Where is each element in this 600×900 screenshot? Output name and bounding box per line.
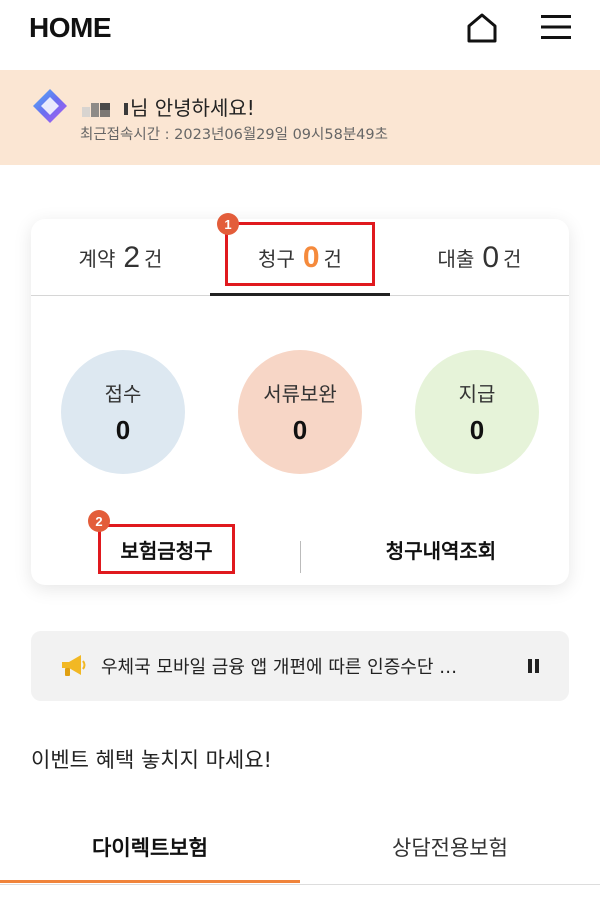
tab-contract[interactable]: 계약 2 건 <box>31 219 210 296</box>
tab-contract-unit: 건 <box>144 247 163 271</box>
events-title: 이벤트 혜택 놓치지 마세요! <box>31 748 272 772</box>
menu-icon[interactable] <box>540 14 572 40</box>
avatar-icon <box>33 89 67 123</box>
tab-contract-count: 2 <box>123 240 141 274</box>
claim-insurance-button[interactable]: 보험금청구 <box>98 524 235 574</box>
stat-supplement-label: 서류보완 <box>263 382 337 406</box>
notice-bar[interactable]: 우체국 모바일 금융 앱 개편에 따른 인증수단 … <box>31 631 569 701</box>
stat-received-value: 0 <box>115 415 131 445</box>
tab-consult-insurance[interactable]: 상담전용보험 <box>300 810 600 883</box>
home-icon[interactable] <box>465 12 499 44</box>
pause-icon[interactable] <box>528 658 542 674</box>
notice-text: 우체국 모바일 금융 앱 개편에 따른 인증수단 … <box>101 657 458 678</box>
tab-direct-insurance[interactable]: 다이렉트보험 <box>0 810 300 883</box>
step-badge-1: 1 <box>217 213 239 235</box>
stat-supplement[interactable]: 서류보완 0 <box>238 350 362 474</box>
stat-paid[interactable]: 지급 0 <box>415 350 539 474</box>
tab-loan-label: 대출 <box>437 247 475 271</box>
step-badge-2: 2 <box>88 510 110 532</box>
stat-supplement-value: 0 <box>292 415 308 445</box>
claim-history-button[interactable]: 청구내역조회 <box>341 524 541 574</box>
greeting-banner: 님 안녕하세요! 최근접속시간 : 2023년06월29일 09시58분49초 <box>0 70 600 165</box>
masked-name <box>82 102 128 117</box>
header: HOME <box>0 0 600 70</box>
greeting-suffix: 님 안녕하세요! <box>130 96 255 120</box>
stat-received[interactable]: 접수 0 <box>61 350 185 474</box>
action-divider <box>300 541 301 573</box>
stat-received-label: 접수 <box>104 382 142 406</box>
megaphone-icon <box>62 655 86 676</box>
tab-loan[interactable]: 대출 0 건 <box>390 219 569 296</box>
product-tab-indicator <box>0 880 300 883</box>
tab-loan-unit: 건 <box>503 247 522 271</box>
stat-paid-label: 지급 <box>458 382 496 406</box>
tab-contract-label: 계약 <box>78 247 116 271</box>
tab-loan-count: 0 <box>482 240 500 274</box>
page-title: HOME <box>29 12 112 43</box>
highlight-box-claim-tab <box>225 222 375 286</box>
last-login-time: 최근접속시간 : 2023년06월29일 09시58분49초 <box>80 127 388 143</box>
product-tabs: 다이렉트보험 상담전용보험 <box>0 810 600 885</box>
stat-paid-value: 0 <box>469 415 485 445</box>
greeting-text: 님 안녕하세요! <box>80 92 255 121</box>
active-tab-indicator <box>210 293 390 296</box>
